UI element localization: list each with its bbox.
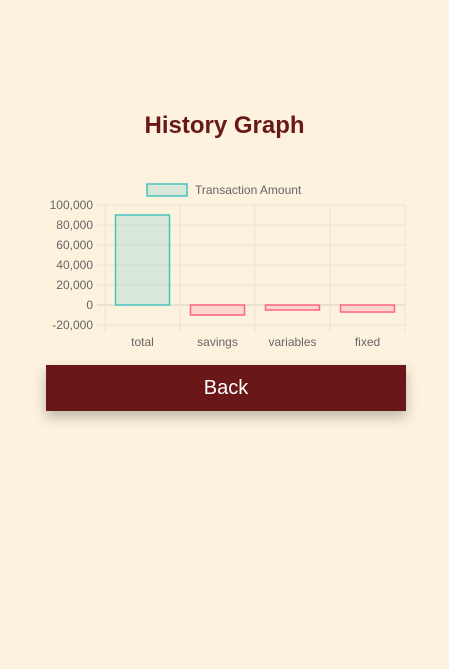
page-title: History Graph <box>144 112 305 139</box>
bar-savings <box>189 304 246 316</box>
y-tick-label: 40,000 <box>56 258 93 272</box>
y-tick-label: -20,000 <box>52 318 93 332</box>
x-tick-label: variables <box>268 335 316 349</box>
y-tick-label: 100,000 <box>50 198 94 212</box>
legend-label: Transaction Amount <box>195 183 302 197</box>
y-tick-label: 20,000 <box>56 278 93 292</box>
history-chart: Transaction Amount 100,000 80,000 60,000 40,… <box>50 183 406 349</box>
legend-swatch <box>146 183 188 197</box>
y-tick-label: 0 <box>86 298 93 312</box>
y-tick-label: 80,000 <box>56 218 93 232</box>
bar-total <box>114 214 171 306</box>
bar-variables <box>264 304 321 311</box>
y-tick-label: 60,000 <box>56 238 93 252</box>
bar-fixed <box>339 304 396 313</box>
x-tick-label: total <box>131 335 154 349</box>
x-tick-label: savings <box>197 335 238 349</box>
x-tick-label: fixed <box>355 335 380 349</box>
back-button[interactable]: Back <box>46 365 406 411</box>
